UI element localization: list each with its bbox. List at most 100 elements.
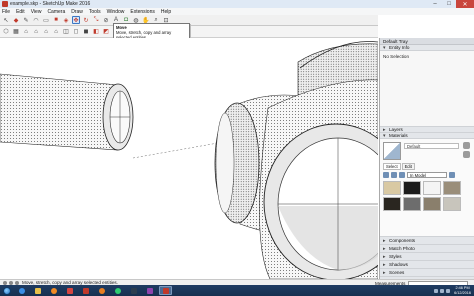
volume-icon[interactable] (440, 288, 445, 293)
material-swatch[interactable] (403, 181, 421, 195)
help-icon[interactable] (15, 280, 19, 285)
material-swatch[interactable] (443, 181, 461, 195)
clock[interactable]: 2:46 PM 6/12/2016 (454, 286, 471, 295)
network-icon[interactable] (434, 288, 439, 293)
create-material-icon[interactable] (463, 142, 470, 149)
system-tray: 2:46 PM 6/12/2016 (434, 285, 471, 296)
pdf-icon[interactable] (79, 286, 92, 295)
menu-bar: File Edit View Camera Draw Tools Window … (0, 8, 474, 15)
windows-taskbar: 2:46 PM 6/12/2016 (0, 285, 474, 296)
back-view-icon[interactable]: ⌂ (42, 28, 50, 36)
app-icon[interactable] (143, 286, 156, 295)
scenes-header[interactable]: ▸ Scenes (380, 269, 474, 277)
sketchup-app-icon (2, 1, 8, 7)
forward-icon[interactable] (391, 172, 397, 178)
app-icon[interactable] (63, 286, 76, 295)
section-label: Match Photo (389, 246, 415, 251)
select-icon[interactable]: ↖ (2, 16, 10, 24)
material-preview (383, 142, 401, 160)
eraser-icon[interactable]: ◆ (12, 16, 20, 24)
tape-icon[interactable]: ⊘ (102, 16, 110, 24)
menu-help[interactable]: Help (161, 9, 171, 15)
scale-icon[interactable]: ⤡ (92, 16, 100, 24)
rectangle-icon[interactable]: ▭ (42, 16, 50, 24)
menu-window[interactable]: Window (107, 9, 125, 15)
explorer-icon[interactable] (31, 286, 44, 295)
arc-icon[interactable]: ◠ (32, 16, 40, 24)
home-icon[interactable] (399, 172, 405, 178)
left-view-icon[interactable]: ⌂ (52, 28, 60, 36)
chrome-icon[interactable] (111, 286, 124, 295)
menu-file[interactable]: File (2, 9, 10, 15)
menu-draw[interactable]: Draw (71, 9, 83, 15)
xray-style-icon[interactable]: ◫ (62, 28, 70, 36)
close-button[interactable]: ✕ (456, 0, 474, 8)
minimize-button[interactable]: – (428, 0, 442, 8)
section-label: Scenes (389, 270, 405, 275)
start-button[interactable] (0, 285, 13, 296)
material-toolbar: In Model (383, 171, 471, 179)
material-swatch[interactable] (423, 181, 441, 195)
menu-tools[interactable]: Tools (89, 9, 101, 15)
shadows-header[interactable]: ▸ Shadows (380, 261, 474, 269)
pipe-model-drawing[interactable] (0, 38, 378, 279)
maximize-button[interactable]: □ (442, 0, 456, 8)
layers-label: Layers (389, 127, 403, 132)
tray-title: Default Tray (380, 38, 474, 45)
entity-info-label: Entity Info (389, 45, 410, 50)
tee-fitting[interactable] (214, 41, 378, 279)
left-pipe[interactable] (0, 73, 134, 151)
details-icon[interactable] (449, 172, 455, 178)
taskbar-apps (15, 286, 172, 295)
tray-icons (434, 288, 451, 293)
material-swatches (383, 181, 463, 211)
geo-location-icon[interactable] (3, 280, 7, 285)
push-pull-icon[interactable]: ■ (52, 16, 60, 24)
material-name-field[interactable]: Default (404, 143, 459, 149)
right-view-icon[interactable]: ⌂ (32, 28, 40, 36)
match-photo-header[interactable]: ▸ Match Photo (380, 245, 474, 253)
material-swatch[interactable] (403, 197, 421, 211)
menu-view[interactable]: View (31, 9, 42, 15)
material-swatch[interactable] (383, 181, 401, 195)
textured-style-icon[interactable]: ◩ (102, 28, 110, 36)
tab-select[interactable]: Select (383, 163, 401, 170)
menu-edit[interactable]: Edit (16, 9, 25, 15)
components-header[interactable]: ▸ Components (380, 237, 474, 245)
pencil-icon[interactable]: ✎ (22, 16, 30, 24)
status-icons (3, 280, 19, 285)
move-icon[interactable]: ✥ (72, 16, 80, 24)
wireframe-style-icon[interactable]: ◻ (72, 28, 80, 36)
windows-logo-icon (2, 286, 11, 295)
shaded-style-icon[interactable]: ◧ (92, 28, 100, 36)
media-player-icon[interactable] (47, 286, 60, 295)
iso-view-icon[interactable]: ⬡ (2, 28, 10, 36)
top-view-icon[interactable]: ▦ (12, 28, 20, 36)
hidden-line-style-icon[interactable]: ◼ (82, 28, 90, 36)
collection-select[interactable]: In Model (407, 172, 447, 178)
credits-icon[interactable] (9, 280, 13, 285)
sketchup-task-icon[interactable] (159, 286, 172, 295)
material-tabs: Select Edit (383, 163, 416, 170)
default-tray: Default Tray ▾ Entity Info No Selection … (379, 38, 474, 293)
model-viewport[interactable] (0, 38, 378, 279)
menu-camera[interactable]: Camera (47, 9, 65, 15)
material-swatch[interactable] (443, 197, 461, 211)
clock-time: 2:46 PM (455, 286, 470, 291)
material-swatch[interactable] (423, 197, 441, 211)
material-swatch[interactable] (383, 197, 401, 211)
front-view-icon[interactable]: ⌂ (22, 28, 30, 36)
menu-extensions[interactable]: Extensions (130, 9, 154, 15)
entity-info-value: No Selection (383, 54, 410, 59)
app-icon[interactable] (127, 286, 140, 295)
offset-icon[interactable]: ◈ (62, 16, 70, 24)
ie-icon[interactable] (15, 286, 28, 295)
default-material-icon[interactable] (463, 151, 470, 158)
rotate-icon[interactable]: ↻ (82, 16, 90, 24)
back-icon[interactable] (383, 172, 389, 178)
tab-edit[interactable]: Edit (401, 163, 415, 170)
styles-header[interactable]: ▸ Styles (380, 253, 474, 261)
flag-icon[interactable] (446, 288, 451, 293)
section-label: Shadows (389, 262, 408, 267)
firefox-icon[interactable] (95, 286, 108, 295)
